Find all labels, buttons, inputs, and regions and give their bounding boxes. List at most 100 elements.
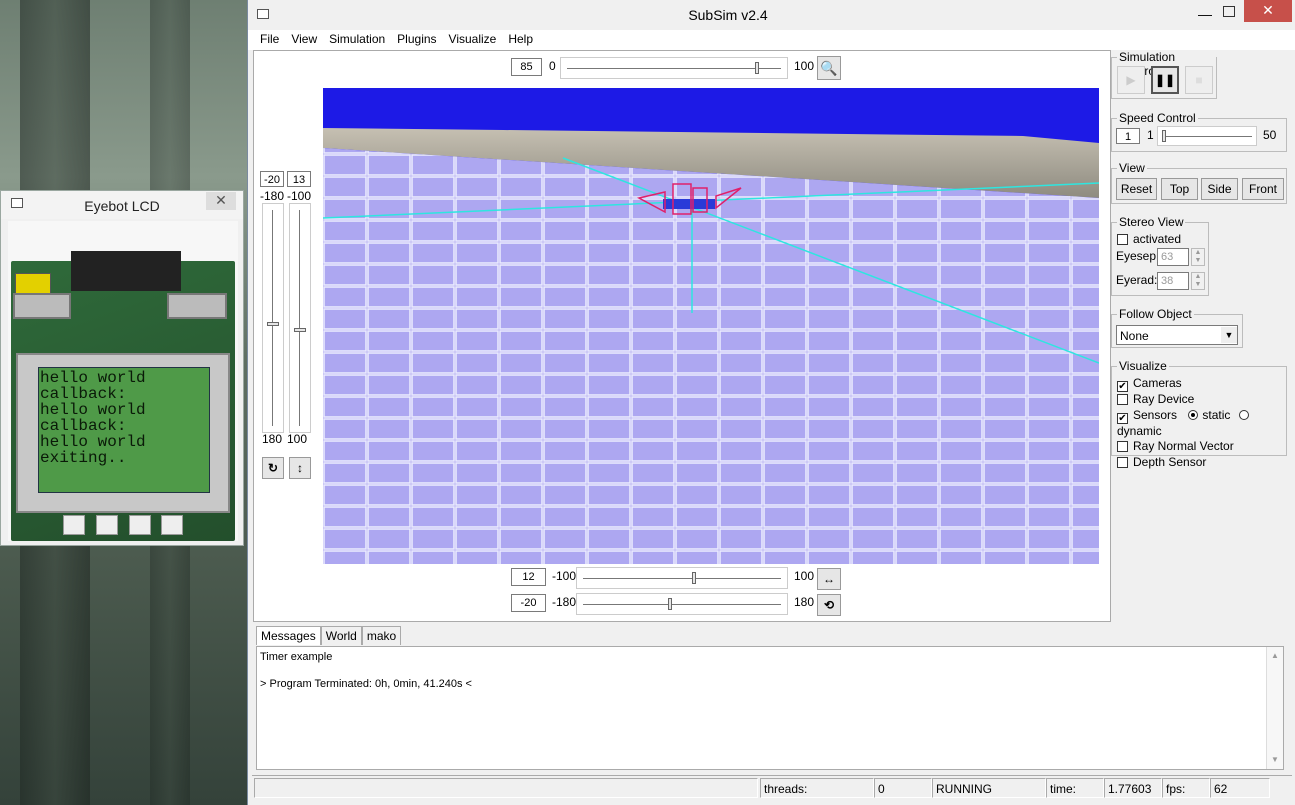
tab-mako[interactable]: mako — [361, 626, 402, 645]
horizontal-arrows-icon: ↔ — [823, 572, 835, 586]
rotation-x-slider[interactable] — [262, 203, 284, 433]
maximize-button[interactable] — [1223, 6, 1235, 17]
simulation-panel: 85 0 100 🔍 -20 13 -180 -100 180 100 ↻ ↕ — [253, 50, 1111, 622]
speed-value[interactable]: 1 — [1116, 128, 1140, 144]
rotation-x-thumb[interactable] — [267, 322, 279, 326]
scroll-up-icon[interactable]: ▲ — [1271, 651, 1279, 660]
rotation-z-min: -180 — [552, 595, 577, 609]
eyesep-input[interactable]: 63 — [1157, 248, 1189, 266]
zoom-min-label: 0 — [549, 59, 556, 73]
sensors-static-radio[interactable]: static — [1188, 408, 1230, 422]
rotate-icon: ↻ — [267, 461, 279, 475]
rotation-z-thumb[interactable] — [668, 598, 673, 610]
view-reset-button[interactable]: Reset — [1116, 178, 1157, 200]
menu-view[interactable]: View — [285, 30, 323, 46]
rotation-x-value[interactable]: -20 — [260, 171, 284, 187]
follow-object-select[interactable]: None ▼ — [1116, 325, 1238, 345]
static-label: static — [1202, 407, 1231, 422]
message-line: Timer example — [260, 651, 333, 663]
visualize-ray-normal-vector[interactable]: Ray Normal Vector — [1117, 439, 1286, 455]
vertical-arrows-icon: ↕ — [297, 461, 303, 475]
visualize-ray-device[interactable]: Ray Device — [1117, 392, 1286, 408]
menu-file[interactable]: File — [254, 30, 285, 46]
zoom-value[interactable]: 85 — [511, 58, 542, 76]
message-line — [260, 665, 472, 679]
rotation-y-thumb[interactable] — [691, 572, 696, 584]
zoom-max-label: 100 — [794, 59, 815, 73]
lcd-line: callback: — [40, 417, 127, 435]
view-side-button[interactable]: Side — [1201, 178, 1238, 200]
stop-button[interactable]: ■ — [1185, 66, 1213, 94]
menu-simulation[interactable]: Simulation — [323, 30, 391, 46]
rotate-mode-button[interactable]: ↻ — [262, 457, 284, 479]
titlebar: SubSim v2.4 — ✕ — [248, 0, 1295, 30]
radio-icon — [1238, 409, 1249, 420]
tab-messages[interactable]: Messages — [256, 626, 321, 645]
board-button[interactable] — [63, 515, 85, 535]
rotate-horizontal-button[interactable]: ⟲ — [817, 594, 841, 616]
speed-min: 1 — [1147, 128, 1154, 142]
visualize-item-label: Depth Sensor — [1133, 454, 1207, 469]
serial-port — [167, 293, 227, 319]
fps-value: 62 — [1210, 778, 1270, 798]
speed-slider[interactable] — [1157, 126, 1257, 146]
rotation-y-slider[interactable] — [576, 567, 788, 589]
status-bar: threads: 0 RUNNING time: 1.77603 fps: 62 — [252, 775, 1292, 803]
eyerad-spinner[interactable]: ▲ ▼ — [1191, 272, 1205, 290]
close-button[interactable]: ✕ — [206, 192, 236, 210]
visualize-depth-sensor[interactable]: Depth Sensor — [1117, 455, 1286, 471]
zoom-slider[interactable] — [560, 57, 788, 79]
board-button[interactable] — [161, 515, 183, 535]
speed-thumb[interactable] — [1162, 130, 1166, 142]
close-button[interactable]: ✕ — [1244, 0, 1292, 22]
threads-value: 0 — [874, 778, 932, 798]
position-y-value[interactable]: 13 — [287, 171, 311, 187]
menu-visualize[interactable]: Visualize — [443, 30, 503, 46]
eyesep-spinner[interactable]: ▲ ▼ — [1191, 248, 1205, 266]
position-y-thumb[interactable] — [294, 328, 306, 332]
zoom-slider-thumb[interactable] — [755, 62, 760, 74]
minimize-button[interactable]: — — [1198, 6, 1212, 22]
circuit-board: hello world callback: hello world callback:… — [11, 251, 235, 541]
board-button[interactable] — [96, 515, 118, 535]
checkbox-icon — [1117, 441, 1128, 452]
time-label: time: — [1046, 778, 1104, 798]
rotation-z-max: 180 — [794, 595, 815, 609]
view-top-button[interactable]: Top — [1161, 178, 1198, 200]
visualize-sensors[interactable]: ✔ Sensors static dynamic — [1117, 408, 1286, 440]
rotation-y-max: 100 — [794, 569, 815, 583]
view-label: View — [1117, 161, 1147, 175]
3d-viewport[interactable] — [323, 88, 1099, 564]
speed-control-group: Speed Control 1 1 50 — [1111, 111, 1287, 152]
eyerad-input[interactable]: 38 — [1157, 272, 1189, 290]
rotation-z-slider[interactable] — [576, 593, 788, 615]
move-vertical-button[interactable]: ↕ — [289, 457, 311, 479]
3d-scene — [323, 128, 1099, 564]
checkbox-icon — [1117, 394, 1128, 405]
board-button[interactable] — [129, 515, 151, 535]
menu-help[interactable]: Help — [502, 30, 539, 46]
subsim-window: SubSim v2.4 — ✕ File View Simulation Plugin… — [247, 0, 1295, 805]
visualize-item-label: Ray Device — [1133, 392, 1195, 406]
checkbox-icon: ✔ — [1117, 412, 1128, 424]
messages-panel[interactable]: Timer example > Program Terminated: 0h, … — [256, 646, 1284, 770]
move-horizontal-button[interactable]: ↔ — [817, 568, 841, 590]
menu-plugins[interactable]: Plugins — [391, 30, 442, 46]
view-front-button[interactable]: Front — [1242, 178, 1284, 200]
rotation-z-value[interactable]: -20 — [511, 594, 546, 612]
pause-button[interactable]: ❚❚ — [1151, 66, 1179, 94]
checkbox-icon: ✔ — [1117, 381, 1128, 392]
lcd-line: exiting.. — [40, 449, 127, 467]
position-y-slider[interactable] — [289, 203, 311, 433]
stereo-activated-checkbox[interactable]: activated — [1117, 232, 1181, 246]
messages-scrollbar[interactable]: ▲ ▼ — [1266, 647, 1283, 769]
position-y-min: -100 — [287, 189, 312, 203]
rotation-y-value[interactable]: 12 — [511, 568, 546, 586]
play-button[interactable]: ▶ — [1117, 66, 1145, 94]
scroll-down-icon[interactable]: ▼ — [1271, 755, 1279, 764]
zoom-button[interactable]: 🔍 — [817, 56, 841, 80]
radio-icon — [1188, 409, 1199, 420]
tab-world[interactable]: World — [320, 626, 362, 645]
visualize-cameras[interactable]: ✔ Cameras — [1117, 376, 1286, 392]
time-value: 1.77603 — [1104, 778, 1162, 798]
